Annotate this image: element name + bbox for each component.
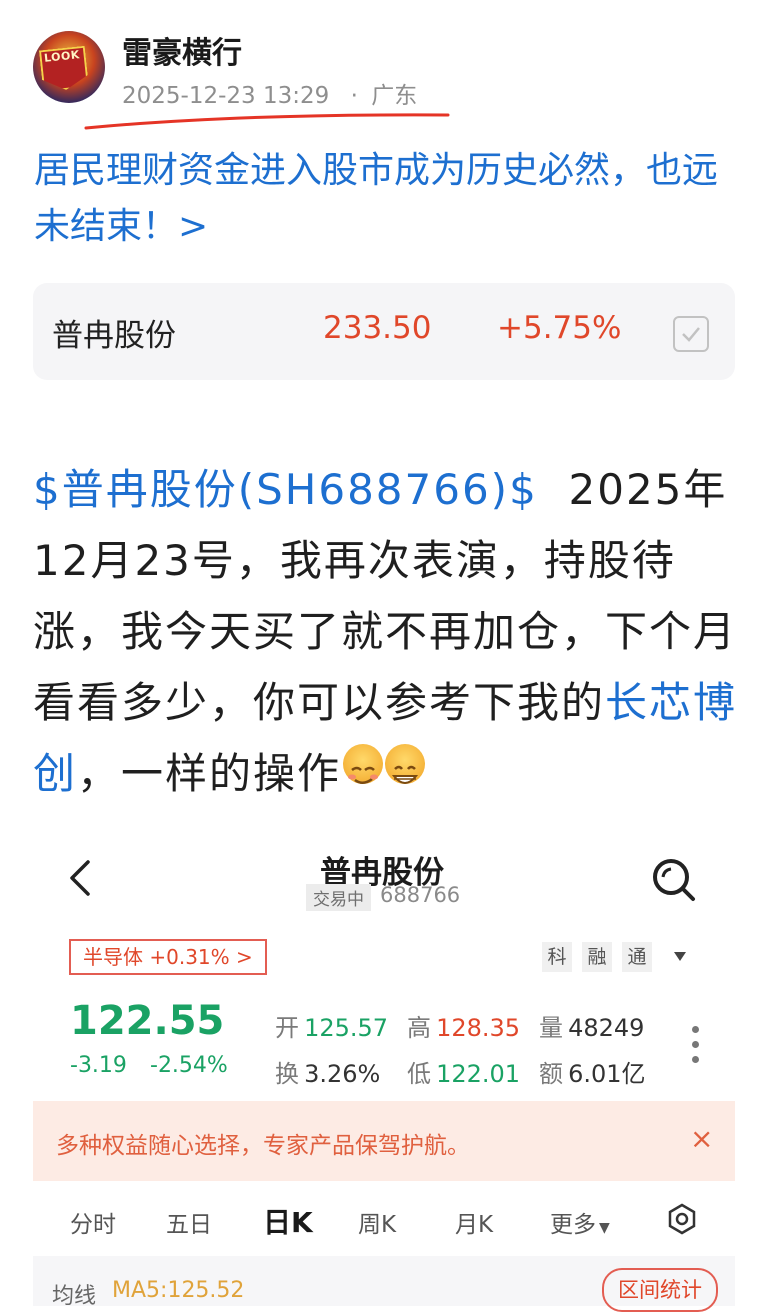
back-arrow-icon[interactable] (62, 858, 100, 898)
stat-amount: 额 6.01亿 (539, 1054, 646, 1089)
badge-tong: 通 (622, 942, 652, 972)
tab-intraday[interactable]: 分时 (70, 1205, 116, 1239)
price-change-pct: -2.54% (150, 1053, 228, 1078)
tab-more[interactable]: 更多 ▼ (550, 1205, 610, 1239)
stock-card-price: 233.50 (323, 310, 432, 346)
amount-value: 6.01亿 (568, 1060, 646, 1088)
close-icon[interactable]: × (690, 1122, 713, 1155)
low-value: 122.01 (436, 1060, 521, 1088)
sector-tag[interactable]: 半导体 +0.31% > (69, 939, 267, 975)
search-icon[interactable] (649, 855, 697, 903)
settings-hex-icon[interactable] (665, 1202, 699, 1236)
stock-card-name: 普冉股份 (52, 318, 176, 354)
turnover-value: 3.26% (304, 1060, 381, 1088)
tab-five-day[interactable]: 五日 (166, 1205, 212, 1239)
volume-value: 48249 (568, 1014, 645, 1042)
current-price: 122.55 (70, 998, 225, 1044)
stock-card-change: +5.75% (497, 310, 622, 346)
more-dots-icon[interactable] (692, 1026, 699, 1033)
tab-daily-k[interactable]: 日K (263, 1201, 313, 1241)
ma-label: 均线 (52, 1284, 97, 1309)
price-change: -3.19 (70, 1053, 127, 1078)
stock-code: 688766 (380, 883, 461, 907)
trading-status-tag: 交易中 (306, 884, 371, 911)
tab-monthly-k[interactable]: 月K (455, 1205, 493, 1239)
stat-turnover: 换 3.26% (275, 1054, 380, 1089)
body-text-2: ，一样的操作 (77, 749, 342, 798)
turnover-label: 换 (275, 1060, 299, 1088)
range-stats-button[interactable]: 区间统计 (602, 1268, 718, 1312)
smirk-emoji-icon (343, 744, 384, 784)
red-underline-annotation (84, 113, 450, 130)
tab-more-label: 更多 (550, 1212, 596, 1238)
tab-weekly-k[interactable]: 周K (358, 1205, 396, 1239)
author-name[interactable]: 雷豪横行 (122, 28, 242, 72)
author-avatar[interactable]: LOOK (33, 31, 105, 103)
low-label: 低 (407, 1060, 431, 1088)
dropdown-triangle-icon[interactable] (674, 952, 686, 961)
grin-emoji-icon (385, 744, 426, 784)
post-meta: 2025-12-23 13:29 · 广东 (122, 76, 417, 110)
ma5-value: MA5:125.52 (112, 1278, 245, 1303)
stat-volume: 量 48249 (539, 1008, 644, 1043)
volume-label: 量 (539, 1014, 563, 1042)
stat-high: 高 128.35 (407, 1008, 520, 1043)
promo-banner-text: 多种权益随心选择，专家产品保驾护航。 (56, 1133, 470, 1159)
post-headline-link[interactable]: 居民理财资金进入股市成为历史必然，也远未结束！> (34, 143, 744, 255)
stock-mention-link[interactable]: $普冉股份(SH688766)$ (33, 465, 538, 514)
more-dots-icon-mid[interactable] (692, 1041, 699, 1048)
checkbox-icon[interactable] (673, 316, 709, 352)
high-value: 128.35 (436, 1014, 521, 1042)
more-dots-icon-bottom[interactable] (692, 1056, 699, 1063)
post-body: $普冉股份(SH688766)$ 2025年12月23号，我再次表演，持股待涨，… (33, 454, 738, 809)
stat-open: 开 125.57 (275, 1008, 388, 1043)
badge-ke: 科 (542, 942, 572, 972)
open-value: 125.57 (304, 1014, 389, 1042)
open-label: 开 (275, 1014, 299, 1042)
high-label: 高 (407, 1014, 431, 1042)
badge-rong: 融 (582, 942, 612, 972)
stat-low: 低 122.01 (407, 1054, 520, 1089)
tab-more-chevron-down-icon: ▼ (599, 1220, 610, 1236)
amount-label: 额 (539, 1060, 563, 1088)
